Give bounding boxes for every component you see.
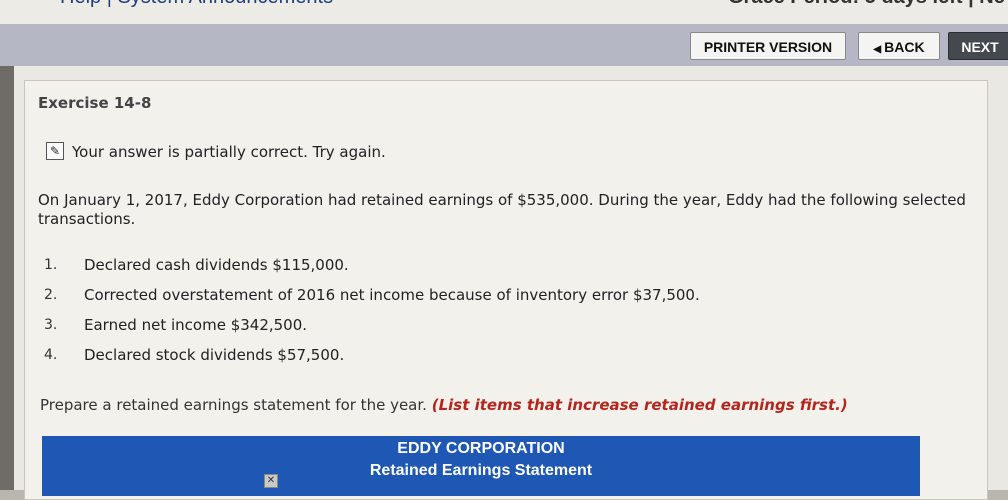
pencil-check-icon: ✎ bbox=[46, 142, 64, 160]
exercise-intro: On January 1, 2017, Eddy Corporation had… bbox=[38, 191, 966, 228]
list-item-text: Earned net income $342,500. bbox=[84, 316, 308, 334]
next-label: NEXT bbox=[961, 39, 999, 55]
statement-title: Retained Earnings Statement bbox=[369, 462, 593, 479]
list-item-text: Corrected overstatement of 2016 net inco… bbox=[84, 286, 700, 304]
list-item-text: Declared cash dividends $115,000. bbox=[84, 256, 349, 274]
close-icon[interactable]: ✕ bbox=[264, 474, 278, 488]
company-name: EDDY CORPORATION bbox=[397, 440, 565, 457]
back-button[interactable]: ◀ BACK bbox=[858, 32, 940, 60]
help-announcements-link[interactable]: Help | System Announcements bbox=[60, 0, 333, 9]
list-item-number: 4. bbox=[44, 347, 58, 363]
instruction-text: Prepare a retained earnings statement fo… bbox=[40, 396, 848, 414]
printer-version-label: PRINTER VERSION bbox=[703, 39, 833, 55]
next-button[interactable]: NEXT bbox=[948, 32, 1008, 60]
list-item-number: 3. bbox=[44, 317, 58, 333]
back-label: BACK bbox=[884, 39, 925, 55]
list-item-number: 1. bbox=[44, 257, 58, 273]
list-item-number: 2. bbox=[44, 287, 58, 303]
instruction-emphasis: (List items that increase retained earni… bbox=[431, 396, 848, 414]
instruction-main: Prepare a retained earnings statement fo… bbox=[40, 396, 427, 414]
toolbar: PRINTER VERSION ◀ BACK NEXT bbox=[0, 24, 1008, 66]
list-item-text: Declared stock dividends $57,500. bbox=[84, 346, 345, 364]
statement-header: EDDY CORPORATION Retained Earnings State… bbox=[42, 436, 920, 496]
top-strip: Help | System Announcements Grace Period… bbox=[0, 0, 1008, 25]
left-edge-bar bbox=[0, 66, 14, 490]
exercise-title: Exercise 14-8 bbox=[38, 94, 152, 112]
grace-period-text: Grace Period: 5 days left | Ne bbox=[728, 0, 1005, 9]
printer-version-button[interactable]: PRINTER VERSION bbox=[690, 32, 846, 60]
answer-status-text: Your answer is partially correct. Try ag… bbox=[72, 143, 386, 161]
triangle-left-icon: ◀ bbox=[873, 44, 882, 55]
